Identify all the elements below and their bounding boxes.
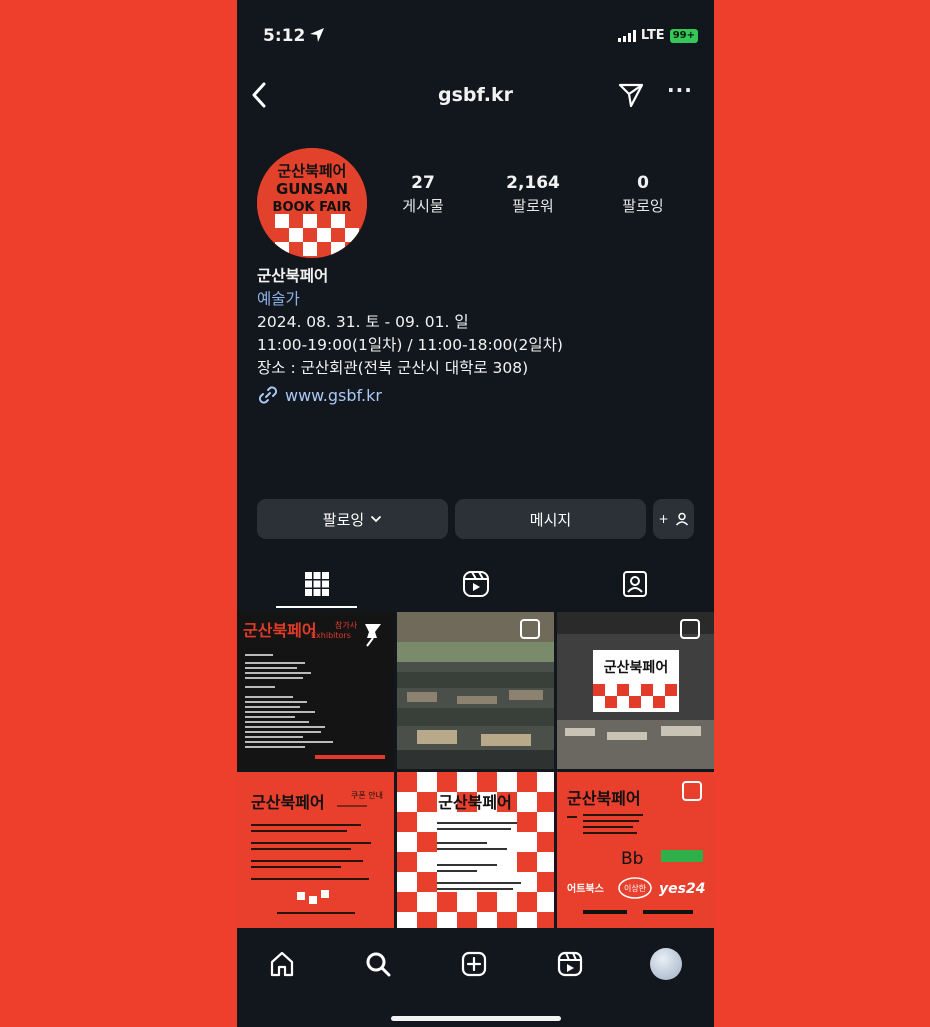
following-label: 팔로잉 xyxy=(622,197,664,215)
location-arrow-icon xyxy=(310,28,324,42)
following-count-stat[interactable]: 0 팔로잉 xyxy=(598,173,688,216)
create-post-icon xyxy=(461,951,487,977)
post-crowd-image xyxy=(397,612,554,769)
post-exhibitors[interactable]: 군산북페어 참가사 Exhibitors xyxy=(237,612,394,769)
post-event-poster-image: 군산북페어 xyxy=(397,772,554,929)
reels-icon xyxy=(462,571,489,597)
followers-label: 팔로워 xyxy=(512,197,554,215)
svg-text:이상한: 이상한 xyxy=(624,883,647,893)
svg-text:군산북페어: 군산북페어 xyxy=(438,793,512,812)
followers-count-stat[interactable]: 2,164 팔로워 xyxy=(488,173,578,216)
post-crowd-photo[interactable] xyxy=(397,612,554,769)
profile-bio: 군산북페어 예술가 2024. 08. 31. 토 - 09. 01. 일 11… xyxy=(257,265,697,380)
post-sponsors[interactable]: 군산북페어 Bb 어트북스 이상한 yes24 xyxy=(557,772,714,929)
post-exhibitors-image: 군산북페어 참가사 Exhibitors xyxy=(237,612,394,769)
link-icon xyxy=(258,386,278,404)
bio-line-dates: 2024. 08. 31. 토 - 09. 01. 일 xyxy=(257,313,469,331)
profile-avatar[interactable]: 군산북페어 GUNSAN BOOK FAIR xyxy=(257,148,367,258)
more-options-icon[interactable]: ··· xyxy=(667,78,693,102)
bio-line-hours: 11:00-19:00(1일차) / 11:00-18:00(2일차) xyxy=(257,336,563,354)
profile-header: gsbf.kr ··· xyxy=(237,78,714,114)
tagged-icon xyxy=(622,571,647,597)
svg-text:군산북페어: 군산북페어 xyxy=(277,162,346,180)
post-event-poster[interactable]: 군산북페어 xyxy=(397,772,554,929)
tab-tagged[interactable] xyxy=(555,560,714,608)
add-person-icon xyxy=(675,512,688,526)
following-count: 0 xyxy=(637,173,649,193)
message-button[interactable]: 메시지 xyxy=(455,499,646,539)
svg-text:Exhibitors: Exhibitors xyxy=(311,631,351,640)
chevron-down-icon xyxy=(371,516,382,523)
svg-text:군산북페어: 군산북페어 xyxy=(243,621,317,640)
bottom-navigation xyxy=(237,928,714,1027)
svg-text:yes24: yes24 xyxy=(659,881,705,897)
add-person-plus: + xyxy=(658,512,669,526)
profile-nav-avatar xyxy=(650,948,682,980)
profile-link-text: www.gsbf.kr xyxy=(285,385,382,405)
svg-text:Bb: Bb xyxy=(621,849,643,869)
message-button-label: 메시지 xyxy=(529,510,572,529)
svg-text:군산북페어: 군산북페어 xyxy=(567,789,641,808)
tab-grid[interactable] xyxy=(237,560,396,608)
posts-label: 게시물 xyxy=(402,197,444,215)
post-coupon-info[interactable]: 군산북페어 쿠폰 안내 xyxy=(237,772,394,929)
followers-count: 2,164 xyxy=(506,173,560,193)
svg-text:BOOK FAIR: BOOK FAIR xyxy=(273,200,352,215)
suggested-people-button[interactable]: + xyxy=(653,499,694,539)
posts-grid: 군산북페어 참가사 Exhibitors 군산북페어 군산북페어 쿠폰 안내 군… xyxy=(237,612,714,929)
signal-icon xyxy=(617,29,636,42)
svg-text:군산북페어: 군산북페어 xyxy=(251,793,325,812)
home-icon xyxy=(270,951,294,977)
send-icon[interactable] xyxy=(617,81,645,109)
post-coupon-image: 군산북페어 쿠폰 안내 xyxy=(237,772,394,929)
bio-line-location: 장소 : 군산회관(전북 군산시 대학로 308) xyxy=(257,359,529,377)
nav-reels[interactable] xyxy=(550,944,590,984)
following-button-label: 팔로잉 xyxy=(322,510,365,529)
status-time: 5:12 xyxy=(263,26,306,46)
post-hall-banner[interactable]: 군산북페어 xyxy=(557,612,714,769)
active-tab-indicator xyxy=(276,606,357,608)
profile-category[interactable]: 예술가 xyxy=(257,288,697,311)
svg-text:쿠폰 안내: 쿠폰 안내 xyxy=(351,790,383,800)
nav-profile[interactable] xyxy=(646,944,686,984)
profile-name: 군산북페어 xyxy=(257,267,329,285)
status-bar: 5:12 LTE 99+ xyxy=(237,0,714,70)
tab-reels[interactable] xyxy=(396,560,555,608)
profile-link[interactable]: www.gsbf.kr xyxy=(257,384,382,406)
home-indicator[interactable] xyxy=(391,1016,561,1021)
search-icon xyxy=(366,952,391,977)
svg-text:어트북스: 어트북스 xyxy=(567,882,604,895)
profile-tabs xyxy=(237,560,714,608)
nav-search[interactable] xyxy=(358,944,398,984)
network-label: LTE xyxy=(640,28,665,43)
avatar-logo-icon: 군산북페어 GUNSAN BOOK FAIR xyxy=(257,148,367,258)
svg-text:군산북페어: 군산북페어 xyxy=(604,659,668,676)
battery-indicator: 99+ xyxy=(669,28,698,43)
post-sponsors-image: 군산북페어 Bb 어트북스 이상한 yes24 xyxy=(557,772,714,929)
posts-count: 27 xyxy=(411,173,435,193)
svg-text:참가사: 참가사 xyxy=(335,620,358,630)
nav-home[interactable] xyxy=(262,944,302,984)
grid-icon xyxy=(304,572,329,596)
following-button[interactable]: 팔로잉 xyxy=(257,499,448,539)
status-indicators: LTE 99+ xyxy=(617,28,698,43)
svg-text:GUNSAN: GUNSAN xyxy=(276,180,348,198)
posts-count-stat[interactable]: 27 게시물 xyxy=(378,173,468,216)
post-hall-banner-image: 군산북페어 xyxy=(557,612,714,769)
reels-nav-icon xyxy=(557,951,583,977)
phone-screen: 5:12 LTE 99+ gsbf.kr ··· 군산북페어 GUNSAN BO… xyxy=(237,0,714,1027)
nav-create[interactable] xyxy=(454,944,494,984)
